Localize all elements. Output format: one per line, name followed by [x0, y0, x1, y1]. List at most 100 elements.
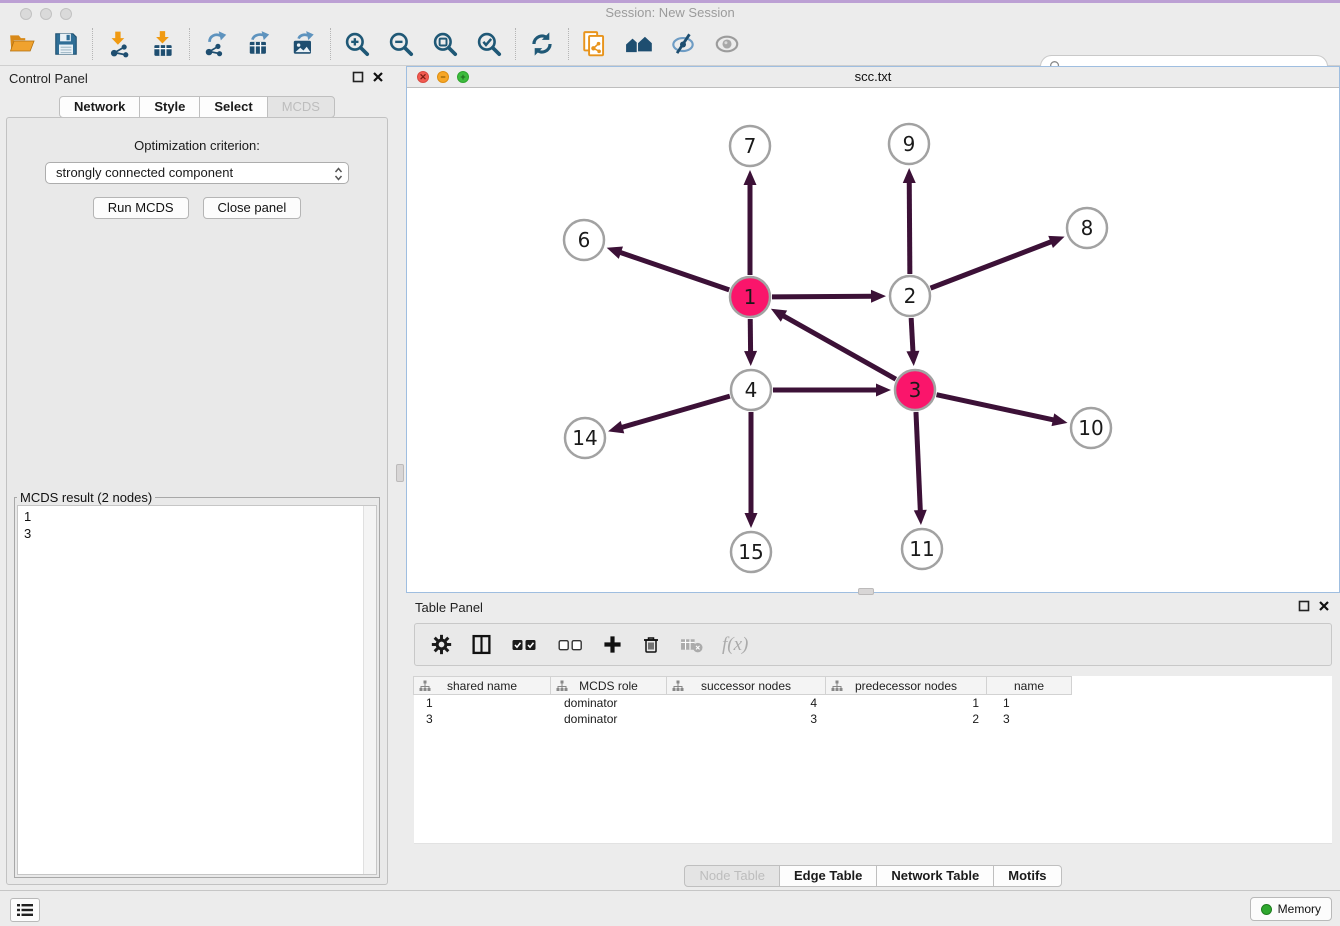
tab-select[interactable]: Select: [199, 96, 267, 118]
gear-icon: [431, 634, 452, 655]
column-header-MCDS-role[interactable]: MCDS role: [550, 676, 667, 695]
network-title: scc.txt: [407, 69, 1339, 84]
trash-icon: [641, 634, 661, 655]
export-table-icon: [246, 30, 274, 58]
graph-arrowhead: [903, 168, 916, 183]
graph-edge-3-11[interactable]: [916, 412, 920, 512]
tab-node-table[interactable]: Node Table: [684, 865, 780, 887]
node-table-body: 1dominator4113dominator323: [414, 695, 1332, 727]
table-panel-tabs: Node Table Edge Table Network Table Moti…: [406, 865, 1340, 887]
toolbar-separator: [564, 28, 573, 60]
graph-edge-1-6[interactable]: [619, 252, 729, 290]
first-neighbors-button[interactable]: [617, 25, 661, 63]
run-mcds-button[interactable]: Run MCDS: [93, 197, 189, 219]
criterion-value: strongly connected component: [56, 165, 233, 180]
node-table: shared nameMCDS rolesuccessor nodesprede…: [414, 676, 1332, 844]
zoom-selected-button[interactable]: [467, 25, 511, 63]
graph-arrowhead: [744, 170, 757, 185]
graph-node-label: 14: [572, 426, 597, 450]
table-cell: dominator: [552, 695, 669, 711]
mcds-result-box: MCDS result (2 nodes) 13: [14, 490, 380, 878]
graph-edge-4-14[interactable]: [621, 396, 730, 428]
select-all-button[interactable]: [511, 638, 538, 652]
settings-gear-button[interactable]: [431, 634, 452, 655]
table-row[interactable]: 1dominator411: [414, 695, 1332, 711]
table-cell: 2: [829, 711, 991, 727]
column-header-shared-name[interactable]: shared name: [413, 676, 551, 695]
column-header-name[interactable]: name: [986, 676, 1072, 695]
table-row[interactable]: 3dominator323: [414, 711, 1332, 727]
import-network-button[interactable]: [97, 25, 141, 63]
checked-boxes-icon: [511, 638, 538, 652]
graph-node-label: 6: [578, 228, 591, 252]
refresh-button[interactable]: [520, 25, 564, 63]
graph-edge-2-3[interactable]: [911, 318, 913, 353]
tab-network-table[interactable]: Network Table: [876, 865, 994, 887]
hierarchy-icon: [672, 680, 684, 692]
export-table-button[interactable]: [238, 25, 282, 63]
table-toolbar: f(x): [414, 623, 1332, 666]
refresh-icon: [528, 30, 556, 58]
save-session-button[interactable]: [44, 25, 88, 63]
open-file-button[interactable]: [0, 25, 44, 63]
zoom-in-button[interactable]: [335, 25, 379, 63]
graph-node-label: 10: [1078, 416, 1103, 440]
graph-edge-2-9[interactable]: [909, 181, 910, 274]
graph-edge-3-1[interactable]: [782, 315, 896, 379]
graph-node-label: 8: [1081, 216, 1094, 240]
fx-icon: f(x): [722, 634, 748, 656]
graph-edge-1-2[interactable]: [772, 296, 873, 297]
zoom-fit-button[interactable]: [423, 25, 467, 63]
plus-icon: [603, 635, 622, 654]
mcds-result-scrollbar[interactable]: [363, 506, 376, 874]
zoom-out-button[interactable]: [379, 25, 423, 63]
hide-selected-button[interactable]: [661, 25, 705, 63]
control-panel-title: Control Panel: [9, 71, 88, 86]
graph-node-label: 9: [903, 132, 916, 156]
close-panel-button[interactable]: Close panel: [203, 197, 302, 219]
close-panel-icon[interactable]: [372, 71, 384, 83]
network-canvas[interactable]: 1234678910111415: [407, 88, 1339, 592]
tab-network[interactable]: Network: [59, 96, 140, 118]
import-network-icon: [105, 30, 133, 58]
export-network-icon: [202, 30, 230, 58]
network-view-window: ✕ − + scc.txt 1234678910111415: [406, 66, 1340, 593]
column-header-predecessor-nodes[interactable]: predecessor nodes: [825, 676, 987, 695]
delete-row-button[interactable]: [641, 634, 661, 655]
import-table-icon: [149, 30, 177, 58]
export-image-icon: [290, 30, 318, 58]
clone-network-button[interactable]: [573, 25, 617, 63]
graph-arrowhead: [745, 513, 758, 528]
tab-motifs[interactable]: Motifs: [993, 865, 1061, 887]
export-image-button[interactable]: [282, 25, 326, 63]
close-panel-icon[interactable]: [1318, 600, 1330, 612]
export-network-button[interactable]: [194, 25, 238, 63]
graph-edge-2-8[interactable]: [931, 241, 1053, 288]
import-table-button[interactable]: [141, 25, 185, 63]
horizontal-splitter-grip[interactable]: [858, 588, 874, 595]
column-header-successor-nodes[interactable]: successor nodes: [666, 676, 826, 695]
memory-button[interactable]: Memory: [1250, 897, 1332, 921]
tab-edge-table[interactable]: Edge Table: [779, 865, 877, 887]
add-row-button[interactable]: [603, 635, 622, 654]
panel-menu-button[interactable]: [10, 898, 40, 922]
zoom-in-icon: [343, 30, 371, 58]
graph-edge-3-10[interactable]: [937, 395, 1055, 421]
tab-mcds[interactable]: MCDS: [267, 96, 335, 118]
float-panel-icon[interactable]: [352, 71, 364, 83]
graph-arrowhead: [1048, 236, 1064, 248]
delete-table-button[interactable]: [680, 636, 703, 653]
deselect-all-button[interactable]: [557, 638, 584, 652]
criterion-dropdown[interactable]: strongly connected component: [45, 162, 349, 184]
graph-arrowhead: [1052, 413, 1068, 426]
show-all-button[interactable]: [705, 25, 749, 63]
function-builder-button[interactable]: f(x): [722, 634, 748, 656]
vertical-splitter-grip[interactable]: [396, 464, 404, 482]
network-window-titlebar[interactable]: ✕ − + scc.txt: [407, 67, 1339, 88]
tab-style[interactable]: Style: [139, 96, 200, 118]
mcds-result-title: MCDS result (2 nodes): [17, 490, 155, 505]
graph-node-label: 2: [904, 284, 917, 308]
column-selector-button[interactable]: [471, 634, 492, 655]
float-panel-icon[interactable]: [1298, 600, 1310, 612]
table-cell: 1: [414, 695, 552, 711]
